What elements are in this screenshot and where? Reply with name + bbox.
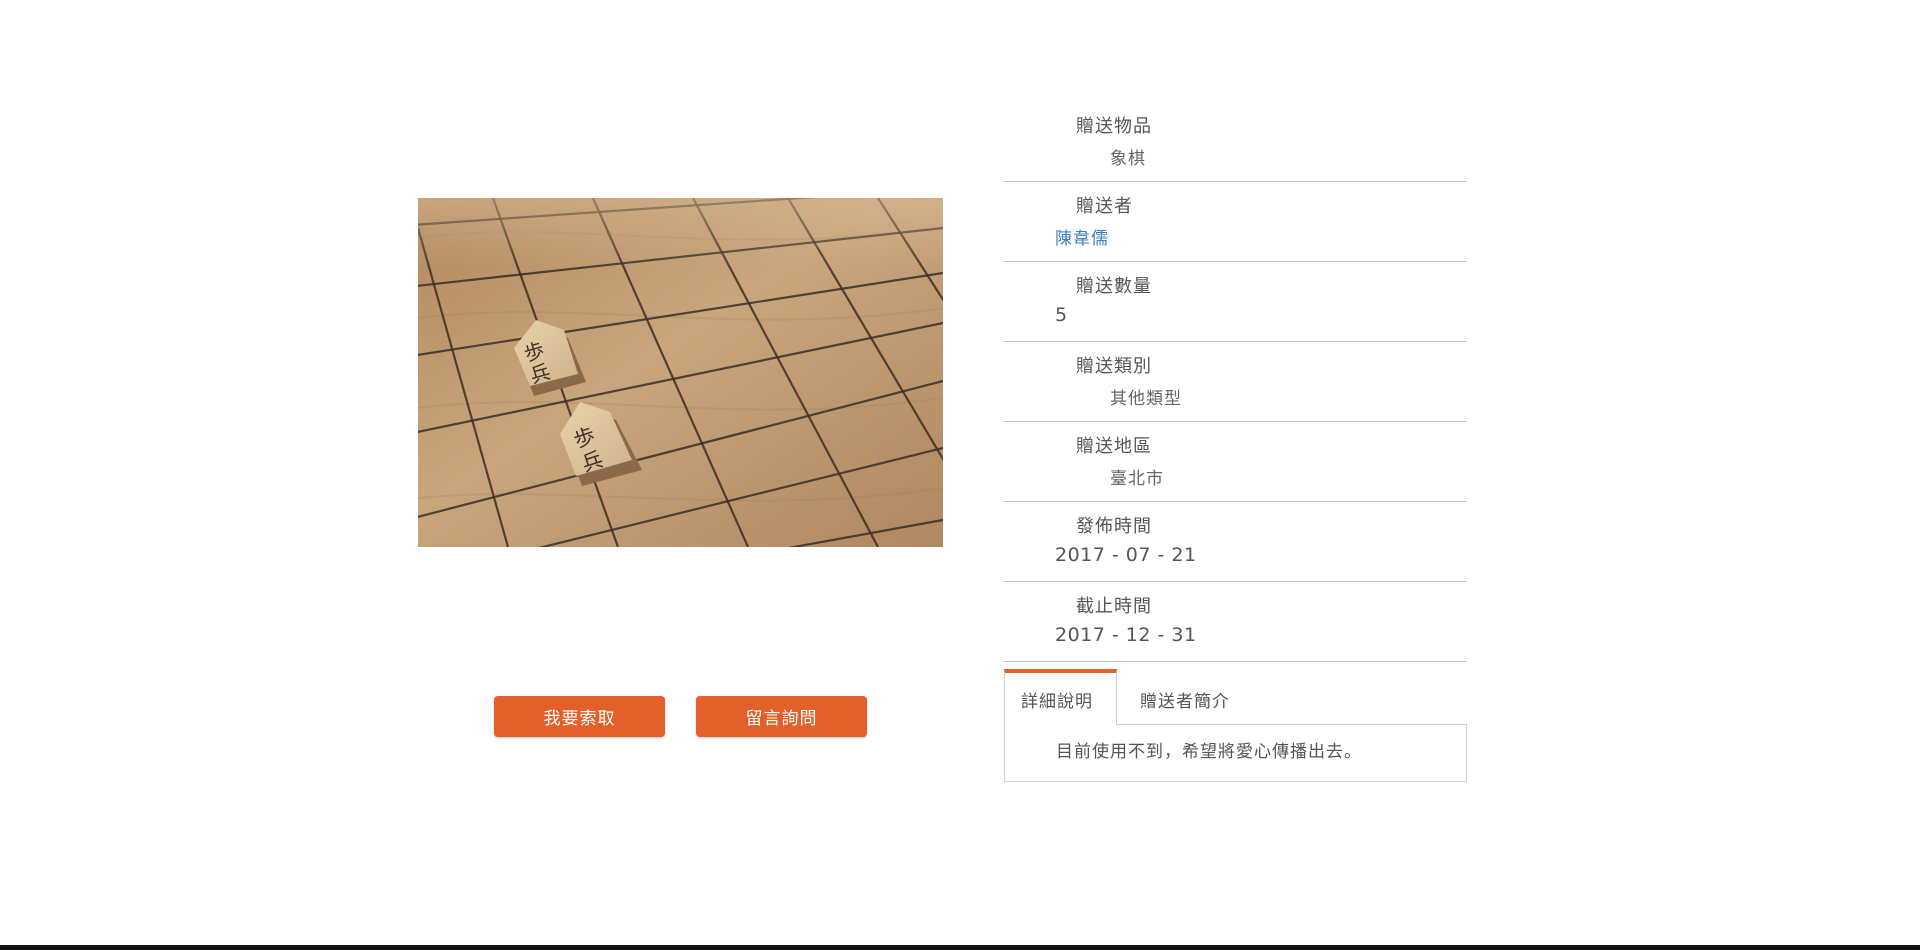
field-giver: 贈送者 陳韋儒	[1004, 182, 1467, 262]
field-label: 截止時間	[1076, 596, 1152, 617]
detail-tabs: 詳細說明 贈送者簡介	[1004, 669, 1467, 725]
tab-giver-profile[interactable]: 贈送者簡介	[1117, 669, 1257, 724]
deadline-value: 2017 - 12 - 31	[1055, 624, 1197, 646]
tab-details[interactable]: 詳細說明	[1004, 669, 1117, 725]
tab-label: 贈送者簡介	[1140, 692, 1230, 712]
field-label: 贈送類別	[1076, 356, 1152, 377]
leave-message-button[interactable]: 留言詢問	[696, 696, 867, 737]
field-label: 贈送數量	[1076, 276, 1152, 297]
field-region: 贈送地區 臺北市	[1004, 422, 1467, 502]
field-deadline: 截止時間 2017 - 12 - 31	[1004, 582, 1467, 662]
field-quantity: 贈送數量 5	[1004, 262, 1467, 342]
claim-button[interactable]: 我要索取	[494, 696, 665, 737]
tab-panel-details: 目前使用不到，希望將愛心傳播出去。	[1004, 724, 1467, 782]
tab-label: 詳細說明	[1021, 692, 1093, 712]
description-text: 目前使用不到，希望將愛心傳播出去。	[1056, 742, 1362, 762]
field-gift-item: 贈送物品 象棋	[1004, 102, 1467, 182]
bottom-divider	[0, 945, 1920, 950]
gift-detail-page: 歩 兵 歩 兵 我要索取 留言詢問 贈送物品 象棋 贈送者 陳韋儒 贈送數量 5	[0, 0, 1920, 950]
giver-link[interactable]: 陳韋儒	[1055, 224, 1109, 249]
gift-item-value: 象棋	[1110, 149, 1146, 169]
field-publish-date: 發佈時間 2017 - 07 - 21	[1004, 502, 1467, 582]
field-label: 贈送物品	[1076, 116, 1152, 137]
shogi-board-image: 歩 兵 歩 兵	[418, 198, 943, 547]
item-photo: 歩 兵 歩 兵	[418, 198, 943, 547]
quantity-value: 5	[1055, 304, 1068, 326]
field-label: 發佈時間	[1076, 516, 1152, 537]
publish-date-value: 2017 - 07 - 21	[1055, 544, 1197, 566]
field-label: 贈送者	[1076, 196, 1133, 217]
field-category: 贈送類別 其他類型	[1004, 342, 1467, 422]
category-value: 其他類型	[1110, 389, 1182, 409]
gift-info-list: 贈送物品 象棋 贈送者 陳韋儒 贈送數量 5 贈送類別 其他類型 贈送地區 臺北…	[1004, 102, 1467, 662]
field-label: 贈送地區	[1076, 436, 1152, 457]
region-value: 臺北市	[1110, 469, 1164, 489]
